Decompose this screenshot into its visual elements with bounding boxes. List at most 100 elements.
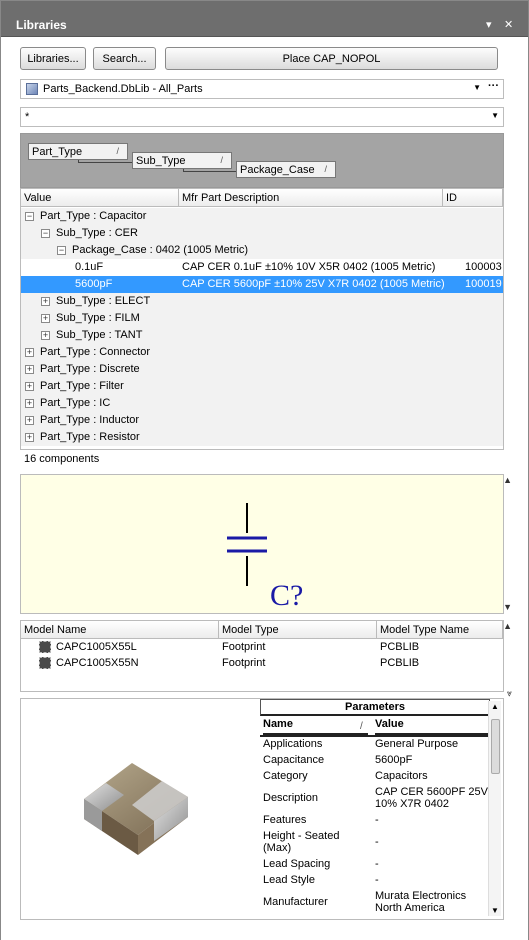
cell-value: Sub_Type : TANT xyxy=(56,329,143,341)
group-row[interactable]: + Sub_Type : TANT xyxy=(21,327,503,344)
parameter-row[interactable]: Lead Style - xyxy=(260,874,490,890)
column-header-model-name[interactable]: Model Name xyxy=(21,621,219,639)
splitter-up-icon[interactable]: ▲ xyxy=(503,621,512,631)
filter-select-value: * xyxy=(25,111,30,123)
expand-icon[interactable]: + xyxy=(25,382,34,391)
group-row[interactable]: − Part_Type : Capacitor xyxy=(21,208,503,225)
group-row[interactable]: + Sub_Type : FILM xyxy=(21,310,503,327)
expand-icon[interactable]: + xyxy=(41,314,50,323)
parameter-name: Category xyxy=(263,770,308,782)
parameter-name: Manufacturer xyxy=(263,896,328,908)
expand-icon[interactable]: + xyxy=(25,416,34,425)
filter-select[interactable]: * ▼ xyxy=(20,107,504,127)
collapse-icon[interactable]: − xyxy=(57,246,66,255)
group-row[interactable]: + Part_Type : Discrete xyxy=(21,361,503,378)
expand-icon[interactable]: + xyxy=(25,365,34,374)
expand-icon[interactable]: + xyxy=(41,297,50,306)
collapse-icon[interactable]: − xyxy=(41,229,50,238)
group-chip-package-case[interactable]: Package_Case / xyxy=(236,161,336,178)
column-header-value[interactable]: Value xyxy=(21,189,179,207)
parameters-scrollbar[interactable]: ▲ ▼ xyxy=(488,701,501,916)
parameter-value: CAP CER 5600PF 25V 10% X7R 0402 xyxy=(375,786,488,810)
group-row[interactable]: + Part_Type : Resistor xyxy=(21,429,503,446)
parameter-name: Features xyxy=(263,814,307,826)
collapse-icon[interactable]: − xyxy=(25,212,34,221)
parameter-name: Applications xyxy=(263,738,323,750)
group-row[interactable]: + Part_Type : Connector xyxy=(21,344,503,361)
parameter-row[interactable]: Height - Seated (Max) - xyxy=(260,830,490,858)
parameter-value: General Purpose xyxy=(375,738,459,750)
model-row[interactable]: CAPC1005X55N Footprint PCBLIB xyxy=(21,655,503,671)
group-chip-sub-type[interactable]: Sub_Type / xyxy=(132,152,232,169)
model-type: Footprint xyxy=(222,657,266,669)
parameter-row[interactable]: Category Capacitors xyxy=(260,770,490,786)
column-header-model-type-name[interactable]: Model Type Name xyxy=(377,621,503,639)
group-row[interactable]: + Sub_Type : ELECT xyxy=(21,293,503,310)
cell-value: 0.1uF xyxy=(75,261,104,273)
components-grid: Value Mfr Part Description ID − Part_Type… xyxy=(20,188,504,450)
cell-value: Sub_Type : ELECT xyxy=(56,295,151,307)
search-button[interactable]: Search... xyxy=(93,47,156,70)
model-name: CAPC1005X55N xyxy=(56,657,139,669)
models-grid: Model Name Model Type Model Type Name CA… xyxy=(20,620,504,692)
cell-value: Part_Type : Inductor xyxy=(40,414,140,426)
component-details: Parameters Name / Value Applications Gene… xyxy=(20,698,504,920)
column-header-id[interactable]: ID xyxy=(443,189,503,207)
parameters-value-header[interactable]: Value xyxy=(375,718,490,735)
group-row[interactable]: + Part_Type : IC xyxy=(21,395,503,412)
parameter-row[interactable]: Features - xyxy=(260,814,490,830)
cell-value: Part_Type : Discrete xyxy=(40,363,140,375)
parameter-name: Description xyxy=(263,792,319,804)
group-row[interactable]: + Part_Type : Filter xyxy=(21,378,503,395)
parameter-row[interactable]: Manufacturer Murata Electronics North Ame… xyxy=(260,890,490,918)
header-rule xyxy=(260,735,490,737)
cell-value: Part_Type : Resistor xyxy=(40,431,140,443)
cell-value: Sub_Type : FILM xyxy=(56,312,140,324)
more-options-icon[interactable]: ··· xyxy=(488,80,499,92)
panel-menu-icon[interactable]: ▾ xyxy=(486,18,492,31)
splitter-down-icon[interactable]: ▼ xyxy=(503,602,512,612)
table-row[interactable]: 5600pF CAP CER 5600pF ±10% 25V X7R 0402 (… xyxy=(21,276,503,293)
parameter-row[interactable]: Lead Spacing - xyxy=(260,858,490,874)
parameters-title: Parameters xyxy=(260,699,490,716)
cell-description: CAP CER 5600pF ±10% 25V X7R 0402 (1005 M… xyxy=(182,278,445,290)
column-header-description[interactable]: Mfr Part Description xyxy=(179,189,443,207)
panel-titlebar[interactable]: Libraries ▾ ✕ xyxy=(1,1,528,37)
chevron-down-icon[interactable]: ▼ xyxy=(491,111,499,120)
parameter-value: Capacitors xyxy=(375,770,428,782)
splitter-up-icon[interactable]: ▲ xyxy=(503,475,512,485)
group-chip-label: Part_Type xyxy=(32,145,83,158)
group-row[interactable]: + Part_Type : Inductor xyxy=(21,412,503,429)
group-chip-label: Sub_Type xyxy=(136,154,186,167)
group-row[interactable]: − Sub_Type : CER xyxy=(21,225,503,242)
scrollbar-thumb[interactable] xyxy=(491,719,500,774)
expand-icon[interactable]: + xyxy=(25,399,34,408)
parameter-row[interactable]: Description CAP CER 5600PF 25V 10% X7R 04… xyxy=(260,786,490,814)
expand-icon[interactable]: + xyxy=(41,331,50,340)
expand-icon[interactable]: + xyxy=(25,348,34,357)
library-icon xyxy=(26,83,38,95)
parameter-row[interactable]: Applications General Purpose xyxy=(260,738,490,754)
scroll-down-icon[interactable]: ▼ xyxy=(491,906,499,915)
place-component-button[interactable]: Place CAP_NOPOL xyxy=(165,47,498,70)
grouping-bar: Part_Type / Sub_Type / Package_Case / xyxy=(20,133,504,188)
model-row[interactable]: CAPC1005X55L Footprint PCBLIB xyxy=(21,639,503,655)
scroll-up-icon[interactable]: ▲ xyxy=(491,702,499,711)
expand-icon[interactable]: + xyxy=(25,433,34,442)
table-row[interactable]: 0.1uF CAP CER 0.1uF ±10% 10V X5R 0402 (10… xyxy=(21,259,503,276)
library-select[interactable]: Parts_Backend.DbLib - All_Parts ▼ ··· xyxy=(20,79,504,99)
group-chip-part-type[interactable]: Part_Type / xyxy=(28,143,128,160)
chevron-down-icon[interactable]: ▼ xyxy=(473,83,481,92)
parameter-value: - xyxy=(375,858,379,870)
column-header-model-type[interactable]: Model Type xyxy=(219,621,377,639)
sort-icon: / xyxy=(324,164,327,174)
group-row[interactable]: − Package_Case : 0402 (1005 Metric) xyxy=(21,242,503,259)
library-select-value: Parts_Backend.DbLib - All_Parts xyxy=(43,83,203,95)
close-icon[interactable]: ✕ xyxy=(504,18,513,31)
splitter-collapse-icon[interactable]: ⩔ xyxy=(507,688,512,699)
parameters-name-header[interactable]: Name xyxy=(263,718,368,735)
libraries-button[interactable]: Libraries... xyxy=(20,47,86,70)
parameter-row[interactable]: Capacitance 5600pF xyxy=(260,754,490,770)
parameter-name: Lead Style xyxy=(263,874,315,886)
capacitor-symbol-icon: C? xyxy=(227,503,303,612)
